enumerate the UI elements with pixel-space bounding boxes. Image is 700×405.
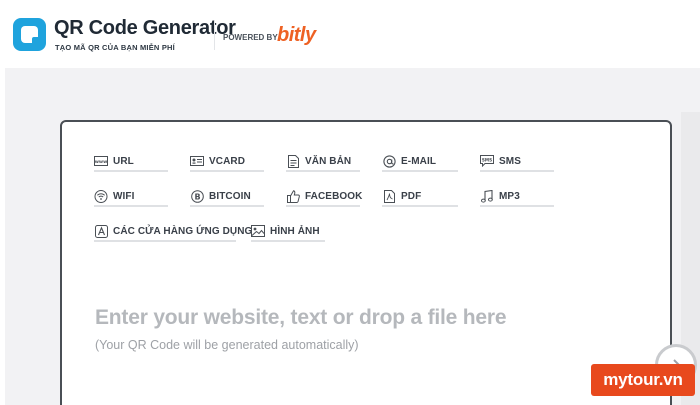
tab-bitcoin[interactable]: B BITCOIN xyxy=(190,187,264,207)
input-hint: (Your QR Code will be generated automati… xyxy=(95,338,359,352)
wifi-icon xyxy=(94,189,108,203)
tab-label: WIFI xyxy=(113,190,135,202)
tab-label: VĂN BẢN xyxy=(305,155,352,167)
bitcoin-icon: B xyxy=(190,189,204,203)
tab-images[interactable]: HÌNH ẢNH xyxy=(251,222,325,242)
tab-label: VCARD xyxy=(209,155,246,167)
powered-by-label: POWERED BY xyxy=(223,33,278,42)
tab-text[interactable]: VĂN BẢN xyxy=(286,152,360,172)
text-document-icon xyxy=(286,154,300,168)
tab-vcard[interactable]: VCARD xyxy=(190,152,264,172)
tab-label: HÌNH ẢNH xyxy=(270,225,320,237)
header-divider xyxy=(214,20,215,50)
tab-label: PDF xyxy=(401,190,422,202)
tab-pdf[interactable]: PDF xyxy=(382,187,458,207)
pdf-icon xyxy=(382,189,396,203)
tab-facebook[interactable]: FACEBOOK xyxy=(286,187,363,207)
tab-wifi[interactable]: WIFI xyxy=(94,187,168,207)
svg-text:B: B xyxy=(194,192,200,201)
image-icon xyxy=(251,225,265,237)
brand-subtitle: TẠO MÃ QR CỦA BẠN MIỄN PHÍ xyxy=(55,43,175,52)
vcard-icon xyxy=(190,155,204,167)
thumbs-up-icon xyxy=(286,189,300,203)
svg-text:www: www xyxy=(95,160,107,165)
app-store-icon xyxy=(94,224,108,238)
tab-label: E-MAIL xyxy=(401,155,437,167)
site-header: QR Code Generator TẠO MÃ QR CỦA BẠN MIỄN… xyxy=(0,0,700,68)
tab-label: MP3 xyxy=(499,190,520,202)
tab-mp3[interactable]: MP3 xyxy=(480,187,554,207)
sms-icon: SMS xyxy=(480,155,494,167)
svg-text:SMS: SMS xyxy=(482,157,492,162)
tab-app-stores[interactable]: CÁC CỬA HÀNG ỨNG DỤNG xyxy=(94,222,252,242)
qr-logo-icon[interactable] xyxy=(13,18,46,51)
tab-label: SMS xyxy=(499,155,521,167)
tab-label: BITCOIN xyxy=(209,190,251,202)
music-note-icon xyxy=(480,189,494,203)
content-input[interactable]: Enter your website, text or drop a file … xyxy=(95,306,507,330)
url-icon: www xyxy=(94,155,108,167)
tab-sms[interactable]: SMS SMS xyxy=(480,152,554,172)
bitly-logo[interactable]: bitly xyxy=(277,24,316,47)
at-sign-icon xyxy=(382,154,396,168)
tab-label: URL xyxy=(113,155,134,167)
tab-label: FACEBOOK xyxy=(305,190,363,202)
watermark-text: mytour.vn xyxy=(603,370,683,389)
tab-label: CÁC CỬA HÀNG ỨNG DỤNG xyxy=(113,225,253,237)
brand-title[interactable]: QR Code Generator xyxy=(54,17,236,40)
tab-url[interactable]: www URL xyxy=(94,152,168,172)
watermark-badge: mytour.vn xyxy=(591,364,695,396)
tab-email[interactable]: E-MAIL xyxy=(382,152,458,172)
